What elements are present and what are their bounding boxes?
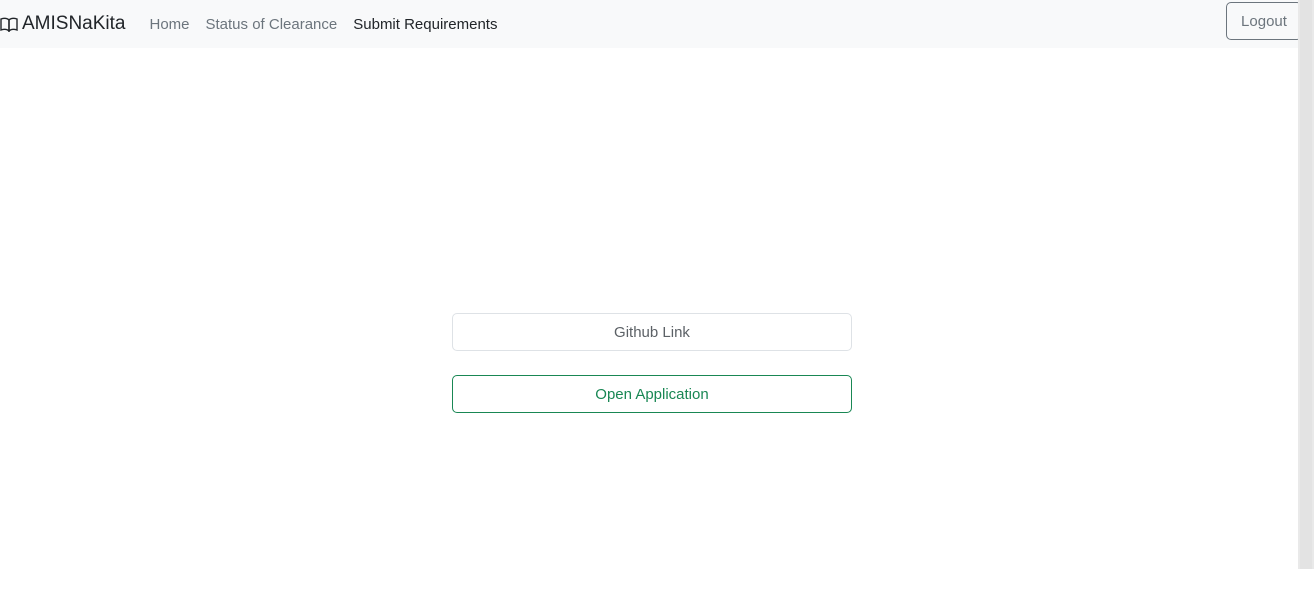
nav-link-submit-requirements[interactable]: Submit Requirements xyxy=(345,16,505,33)
nav-links: Home Status of Clearance Submit Requirem… xyxy=(141,16,505,33)
brand-link[interactable]: AMISNaKita xyxy=(0,0,125,48)
github-link-input[interactable] xyxy=(452,313,852,351)
nav-link-status-of-clearance[interactable]: Status of Clearance xyxy=(198,16,346,33)
vertical-scrollbar[interactable] xyxy=(1298,0,1314,569)
page: AMISNaKita Home Status of Clearance Subm… xyxy=(0,0,1314,603)
nav-link-home[interactable]: Home xyxy=(141,16,197,33)
open-application-button[interactable]: Open Application xyxy=(452,375,852,413)
logout-button[interactable]: Logout xyxy=(1226,2,1302,40)
brand-name: AMISNaKita xyxy=(22,13,126,34)
submission-form: Open Application xyxy=(452,313,852,413)
book-icon xyxy=(0,15,18,33)
top-navbar: AMISNaKita Home Status of Clearance Subm… xyxy=(0,0,1298,48)
scrollbar-thumb[interactable] xyxy=(1300,0,1312,569)
